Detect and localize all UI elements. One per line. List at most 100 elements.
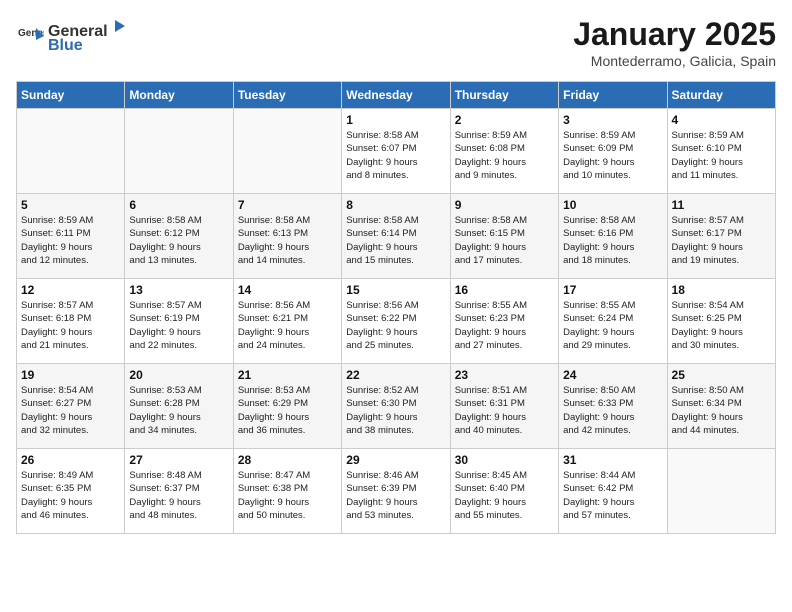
day-info: Sunrise: 8:51 AM Sunset: 6:31 PM Dayligh…: [455, 384, 554, 437]
day-info: Sunrise: 8:53 AM Sunset: 6:28 PM Dayligh…: [129, 384, 228, 437]
calendar-cell: 2 Sunrise: 8:59 AM Sunset: 6:08 PM Daylig…: [450, 109, 558, 194]
day-number: 2: [455, 113, 554, 127]
day-number: 24: [563, 368, 662, 382]
calendar-cell: 27Sunrise: 8:48 AM Sunset: 6:37 PM Dayli…: [125, 449, 233, 534]
calendar-cell: 13 Sunrise: 8:57 AM Sunset: 6:19 PM Dayli…: [125, 279, 233, 364]
day-number: 17: [563, 283, 662, 297]
day-info: Sunrise: 8:59 AM Sunset: 6:11 PM Dayligh…: [21, 214, 120, 267]
day-info: Sunrise: 8:54 AM Sunset: 6:25 PM Dayligh…: [672, 299, 771, 352]
title-area: January 2025 Montederramo, Galicia, Spai…: [573, 16, 776, 69]
calendar-cell: 17 Sunrise: 8:55 AM Sunset: 6:24 PM Dayli…: [559, 279, 667, 364]
day-number: 29: [346, 453, 445, 467]
day-info: Sunrise: 8:58 AM Sunset: 6:07 PM Dayligh…: [346, 129, 445, 182]
calendar-cell: 8 Sunrise: 8:58 AM Sunset: 6:14 PM Daylig…: [342, 194, 450, 279]
day-info: Sunrise: 8:57 AM Sunset: 6:19 PM Dayligh…: [129, 299, 228, 352]
header-thursday: Thursday: [450, 82, 558, 109]
calendar-cell: [667, 449, 775, 534]
calendar-cell: 12Sunrise: 8:57 AM Sunset: 6:18 PM Dayli…: [17, 279, 125, 364]
day-info: Sunrise: 8:56 AM Sunset: 6:22 PM Dayligh…: [346, 299, 445, 352]
day-info: Sunrise: 8:44 AM Sunset: 6:42 PM Dayligh…: [563, 469, 662, 522]
calendar-cell: 1 Sunrise: 8:58 AM Sunset: 6:07 PM Daylig…: [342, 109, 450, 194]
day-number: 23: [455, 368, 554, 382]
calendar-cell: 16 Sunrise: 8:55 AM Sunset: 6:23 PM Dayli…: [450, 279, 558, 364]
day-number: 10: [563, 198, 662, 212]
day-number: 20: [129, 368, 228, 382]
logo-arrow-icon: [109, 16, 129, 36]
calendar-cell: 5Sunrise: 8:59 AM Sunset: 6:11 PM Daylig…: [17, 194, 125, 279]
calendar-cell: [125, 109, 233, 194]
header-tuesday: Tuesday: [233, 82, 341, 109]
day-info: Sunrise: 8:54 AM Sunset: 6:27 PM Dayligh…: [21, 384, 120, 437]
calendar-cell: 4 Sunrise: 8:59 AM Sunset: 6:10 PM Daylig…: [667, 109, 775, 194]
calendar-cell: 7Sunrise: 8:58 AM Sunset: 6:13 PM Daylig…: [233, 194, 341, 279]
day-number: 28: [238, 453, 337, 467]
header-friday: Friday: [559, 82, 667, 109]
day-info: Sunrise: 8:57 AM Sunset: 6:18 PM Dayligh…: [21, 299, 120, 352]
calendar-cell: 25 Sunrise: 8:50 AM Sunset: 6:34 PM Dayli…: [667, 364, 775, 449]
day-number: 25: [672, 368, 771, 382]
day-number: 7: [238, 198, 337, 212]
day-info: Sunrise: 8:55 AM Sunset: 6:24 PM Dayligh…: [563, 299, 662, 352]
day-info: Sunrise: 8:55 AM Sunset: 6:23 PM Dayligh…: [455, 299, 554, 352]
day-number: 9: [455, 198, 554, 212]
day-number: 1: [346, 113, 445, 127]
day-info: Sunrise: 8:46 AM Sunset: 6:39 PM Dayligh…: [346, 469, 445, 522]
day-number: 16: [455, 283, 554, 297]
calendar-cell: [233, 109, 341, 194]
calendar-cell: 15 Sunrise: 8:56 AM Sunset: 6:22 PM Dayli…: [342, 279, 450, 364]
calendar-cell: 19 Sunrise: 8:54 AM Sunset: 6:27 PM Dayli…: [17, 364, 125, 449]
day-number: 8: [346, 198, 445, 212]
day-info: Sunrise: 8:56 AM Sunset: 6:21 PM Dayligh…: [238, 299, 337, 352]
day-info: Sunrise: 8:50 AM Sunset: 6:33 PM Dayligh…: [563, 384, 662, 437]
day-number: 19: [21, 368, 120, 382]
day-info: Sunrise: 8:45 AM Sunset: 6:40 PM Dayligh…: [455, 469, 554, 522]
day-info: Sunrise: 8:58 AM Sunset: 6:15 PM Dayligh…: [455, 214, 554, 267]
day-info: Sunrise: 8:58 AM Sunset: 6:16 PM Dayligh…: [563, 214, 662, 267]
day-number: 18: [672, 283, 771, 297]
calendar-header-row: SundayMondayTuesdayWednesdayThursdayFrid…: [17, 82, 776, 109]
header-monday: Monday: [125, 82, 233, 109]
logo: General General Blue: [16, 16, 130, 55]
calendar-cell: 11 Sunrise: 8:57 AM Sunset: 6:17 PM Dayli…: [667, 194, 775, 279]
calendar-cell: 23 Sunrise: 8:51 AM Sunset: 6:31 PM Dayli…: [450, 364, 558, 449]
calendar-cell: 20 Sunrise: 8:53 AM Sunset: 6:28 PM Dayli…: [125, 364, 233, 449]
week-row-4: 19 Sunrise: 8:54 AM Sunset: 6:27 PM Dayli…: [17, 364, 776, 449]
header-saturday: Saturday: [667, 82, 775, 109]
day-info: Sunrise: 8:57 AM Sunset: 6:17 PM Dayligh…: [672, 214, 771, 267]
day-number: 31: [563, 453, 662, 467]
calendar-cell: 6Sunrise: 8:58 AM Sunset: 6:12 PM Daylig…: [125, 194, 233, 279]
day-number: 21: [238, 368, 337, 382]
calendar-cell: 29 Sunrise: 8:46 AM Sunset: 6:39 PM Dayli…: [342, 449, 450, 534]
day-number: 4: [672, 113, 771, 127]
week-row-5: 26Sunrise: 8:49 AM Sunset: 6:35 PM Dayli…: [17, 449, 776, 534]
calendar-cell: 22 Sunrise: 8:52 AM Sunset: 6:30 PM Dayli…: [342, 364, 450, 449]
calendar-cell: 26Sunrise: 8:49 AM Sunset: 6:35 PM Dayli…: [17, 449, 125, 534]
week-row-1: 1 Sunrise: 8:58 AM Sunset: 6:07 PM Daylig…: [17, 109, 776, 194]
day-info: Sunrise: 8:52 AM Sunset: 6:30 PM Dayligh…: [346, 384, 445, 437]
header-sunday: Sunday: [17, 82, 125, 109]
month-title: January 2025: [573, 16, 776, 53]
day-info: Sunrise: 8:59 AM Sunset: 6:08 PM Dayligh…: [455, 129, 554, 182]
calendar-cell: 30Sunrise: 8:45 AM Sunset: 6:40 PM Dayli…: [450, 449, 558, 534]
day-info: Sunrise: 8:58 AM Sunset: 6:12 PM Dayligh…: [129, 214, 228, 267]
calendar-cell: 18 Sunrise: 8:54 AM Sunset: 6:25 PM Dayli…: [667, 279, 775, 364]
calendar-cell: 31 Sunrise: 8:44 AM Sunset: 6:42 PM Dayli…: [559, 449, 667, 534]
day-info: Sunrise: 8:50 AM Sunset: 6:34 PM Dayligh…: [672, 384, 771, 437]
day-number: 26: [21, 453, 120, 467]
header: General General Blue January 2025 Monted…: [16, 16, 776, 69]
day-number: 11: [672, 198, 771, 212]
calendar-cell: 21 Sunrise: 8:53 AM Sunset: 6:29 PM Dayli…: [233, 364, 341, 449]
calendar-cell: 28Sunrise: 8:47 AM Sunset: 6:38 PM Dayli…: [233, 449, 341, 534]
week-row-2: 5Sunrise: 8:59 AM Sunset: 6:11 PM Daylig…: [17, 194, 776, 279]
week-row-3: 12Sunrise: 8:57 AM Sunset: 6:18 PM Dayli…: [17, 279, 776, 364]
day-info: Sunrise: 8:53 AM Sunset: 6:29 PM Dayligh…: [238, 384, 337, 437]
day-info: Sunrise: 8:59 AM Sunset: 6:10 PM Dayligh…: [672, 129, 771, 182]
day-number: 14: [238, 283, 337, 297]
day-info: Sunrise: 8:59 AM Sunset: 6:09 PM Dayligh…: [563, 129, 662, 182]
day-number: 22: [346, 368, 445, 382]
day-number: 13: [129, 283, 228, 297]
day-number: 15: [346, 283, 445, 297]
day-info: Sunrise: 8:58 AM Sunset: 6:14 PM Dayligh…: [346, 214, 445, 267]
day-info: Sunrise: 8:48 AM Sunset: 6:37 PM Dayligh…: [129, 469, 228, 522]
calendar-cell: 10 Sunrise: 8:58 AM Sunset: 6:16 PM Dayli…: [559, 194, 667, 279]
